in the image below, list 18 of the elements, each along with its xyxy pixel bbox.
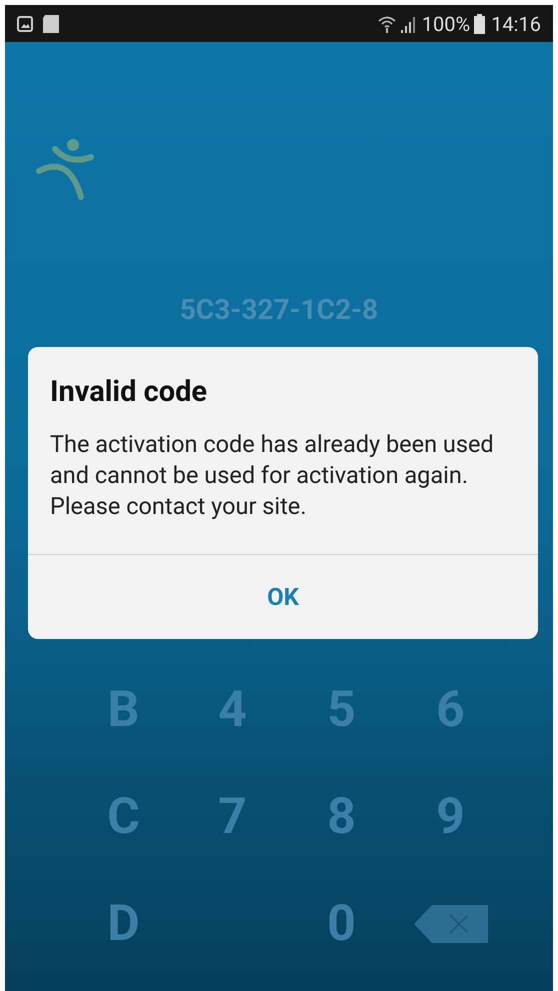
- keypad-key[interactable]: 8: [287, 763, 396, 870]
- backspace-icon[interactable]: [414, 904, 488, 942]
- dialog-message: The activation code has already been used and cannot be used for activation again. Please contact your site.: [50, 428, 495, 522]
- keypad-key[interactable]: C: [69, 763, 178, 870]
- battery-icon: [474, 14, 486, 34]
- keypad-key[interactable]: 9: [396, 763, 505, 870]
- sd-card-icon: [43, 14, 59, 32]
- ok-button[interactable]: OK: [28, 554, 538, 638]
- dialog-title: Invalid code: [50, 374, 208, 411]
- signal-icon: [400, 14, 418, 32]
- clock: 14:16: [491, 10, 541, 38]
- keypad-key[interactable]: 0: [287, 870, 396, 977]
- keypad-key[interactable]: 7: [178, 763, 287, 870]
- wifi-icon: [378, 14, 396, 32]
- image-icon: [17, 16, 33, 32]
- battery-percent: 100%: [422, 10, 470, 38]
- keypad-key[interactable]: D: [69, 870, 178, 977]
- activation-code: 5C3-327-1C2-8: [180, 296, 378, 324]
